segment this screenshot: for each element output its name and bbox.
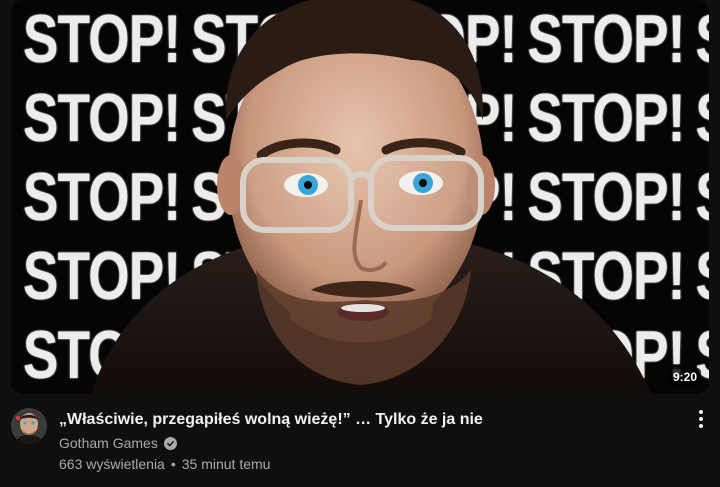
- avatar-image: [11, 408, 47, 444]
- channel-avatar[interactable]: [11, 408, 47, 444]
- more-vert-icon[interactable]: [689, 406, 713, 432]
- person-illustration: [91, 0, 651, 394]
- video-card[interactable]: STOP! STOP! STOP! STOP! STOP! STOP! STOP! STOP…: [0, 0, 720, 487]
- stats-separator: •: [170, 456, 176, 472]
- channel-row: Gotham Games: [59, 434, 177, 452]
- duration-badge: 9:20: [668, 368, 701, 386]
- upload-age: 35 minut temu: [181, 456, 271, 472]
- video-metadata: „Właściwie, przegapiłeś wolną wieżę!” … …: [11, 406, 709, 478]
- channel-name[interactable]: Gotham Games: [59, 434, 158, 452]
- video-stats: 663 wyświetlenia • 35 minut temu: [59, 455, 270, 473]
- video-title[interactable]: „Właściwie, przegapiłeś wolną wieżę!” … …: [59, 409, 669, 431]
- verified-check-icon: [163, 436, 177, 450]
- video-thumbnail[interactable]: STOP! STOP! STOP! STOP! STOP! STOP! STOP! STOP…: [11, 0, 709, 394]
- view-count: 663 wyświetlenia: [59, 456, 165, 472]
